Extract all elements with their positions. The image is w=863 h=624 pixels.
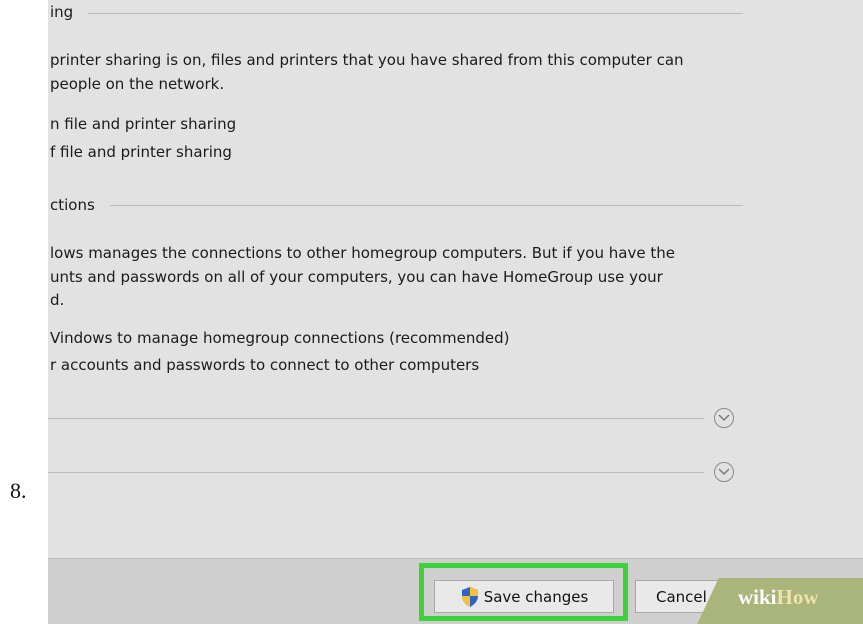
settings-window: ing printer sharing is on, files and pri… xyxy=(48,0,863,624)
step-number: 8. xyxy=(10,478,27,503)
cancel-label: Cancel xyxy=(656,587,707,606)
save-changes-label: Save changes xyxy=(483,587,589,606)
radio-option-turn-off-sharing[interactable]: f file and printer sharing xyxy=(50,143,232,161)
connections-description-line-3: d. xyxy=(50,291,65,309)
chevron-down-icon[interactable] xyxy=(714,408,734,428)
connections-description-line-1: lows manages the connections to other ho… xyxy=(50,244,675,262)
section-header-sharing: ing xyxy=(50,3,74,21)
uac-shield-icon xyxy=(461,586,478,607)
radio-option-turn-on-sharing[interactable]: n file and printer sharing xyxy=(50,115,236,133)
section-divider xyxy=(110,205,743,206)
radio-option-windows-manage[interactable]: Vindows to manage homegroup connections … xyxy=(50,329,510,347)
watermark: wikiHow xyxy=(738,585,819,609)
sharing-description-line-1: printer sharing is on, files and printer… xyxy=(50,51,684,69)
chevron-down-icon[interactable] xyxy=(714,462,734,482)
section-header-connections: ctions xyxy=(50,196,95,214)
sharing-description-line-2: people on the network. xyxy=(50,75,225,93)
collapsed-section-divider xyxy=(48,418,704,419)
section-divider xyxy=(88,13,743,14)
collapsed-section-divider xyxy=(48,472,704,473)
save-changes-button[interactable]: Save changes xyxy=(434,580,614,613)
radio-option-user-accounts[interactable]: r accounts and passwords to connect to o… xyxy=(50,356,479,374)
connections-description-line-2: unts and passwords on all of your comput… xyxy=(50,268,663,286)
